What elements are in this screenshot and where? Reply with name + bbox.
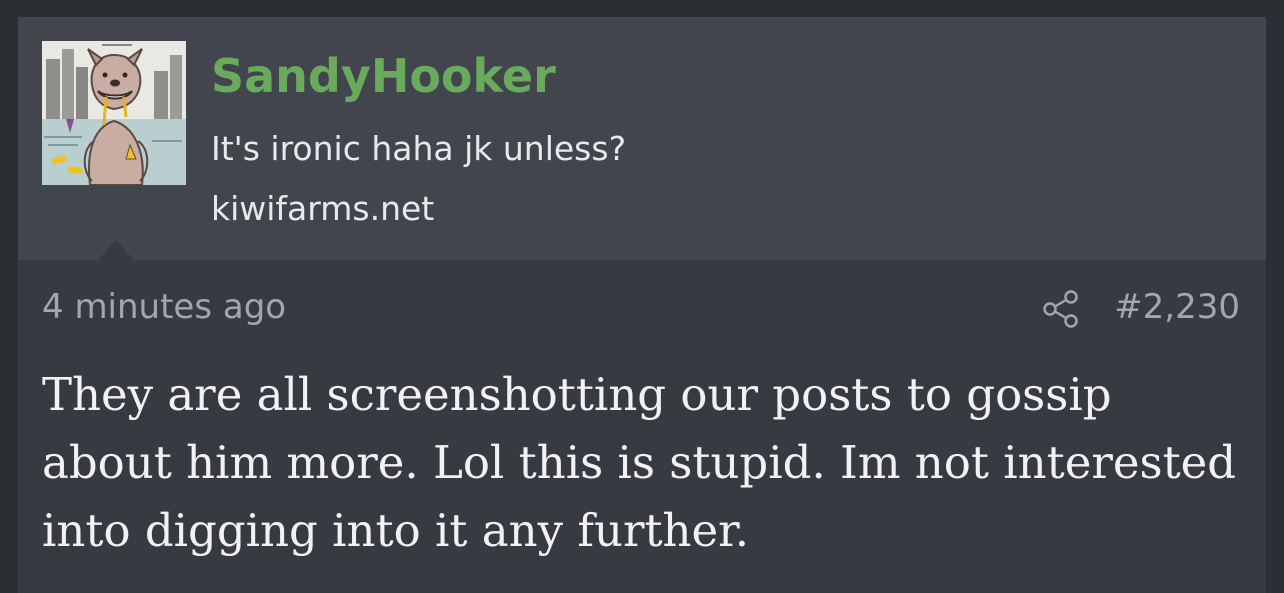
pitbull-avatar-icon (42, 41, 186, 185)
header-pointer (98, 240, 134, 260)
avatar[interactable] (42, 41, 186, 185)
user-title: It's ironic haha jk unless? (211, 129, 627, 168)
user-site: kiwifarms.net (211, 189, 435, 228)
post-user-header: SandyHooker It's ironic haha jk unless? … (18, 17, 1266, 260)
post-number[interactable]: #2,230 (1114, 287, 1240, 327)
share-icon[interactable] (1042, 290, 1080, 328)
post-message: They are all screenshotting our posts to… (42, 368, 1237, 557)
username[interactable]: SandyHooker (211, 49, 556, 103)
post-timestamp[interactable]: 4 minutes ago (42, 287, 286, 327)
forum-post: SandyHooker It's ironic haha jk unless? … (18, 17, 1266, 593)
